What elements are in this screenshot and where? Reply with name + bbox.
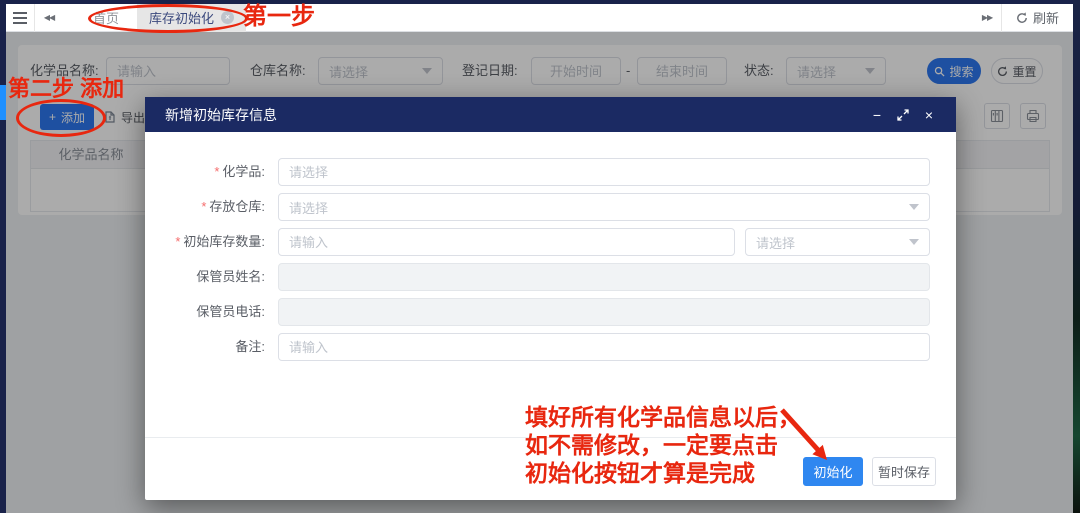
refresh-button[interactable]: 刷新 xyxy=(1002,8,1073,27)
note-annotation: 填好所有化学品信息以后， 如不需修改，一定要点击 初始化按钮才算是完成 xyxy=(525,403,801,487)
storage-warehouse-placeholder: 请选择 xyxy=(289,198,909,217)
keeper-name-label: 保管员姓名: xyxy=(145,263,265,291)
keeper-name-field xyxy=(278,263,930,291)
double-right-arrow-icon: ▶▶ xyxy=(982,13,992,22)
required-mark: * xyxy=(201,199,206,214)
app-screen: ◀◀ 首页 库存初始化 × ▶▶ 刷新 化学品名称: 仓库名称: 请选择 xyxy=(0,0,1080,513)
chemical-field-label: *化学品: xyxy=(145,158,265,186)
hamburger-icon xyxy=(13,12,27,24)
chevron-down-icon xyxy=(909,204,919,210)
keeper-phone-field xyxy=(278,298,930,326)
double-left-arrow-icon: ◀◀ xyxy=(44,13,54,22)
quantity-input[interactable] xyxy=(278,228,735,256)
step1-highlight-ellipse xyxy=(88,4,248,33)
scroll-tabs-left-button[interactable]: ◀◀ xyxy=(35,4,63,32)
note-line-1: 填好所有化学品信息以后， xyxy=(525,403,801,431)
quantity-field xyxy=(278,228,735,256)
right-frame xyxy=(1073,0,1080,513)
minimize-icon[interactable]: − xyxy=(866,104,888,126)
modal-title: 新增初始库存信息 xyxy=(165,105,862,125)
keeper-name-input xyxy=(278,263,930,291)
chevron-down-icon xyxy=(909,239,919,245)
close-icon[interactable]: × xyxy=(918,104,940,126)
keeper-phone-input xyxy=(278,298,930,326)
modal-header[interactable]: 新增初始库存信息 − × xyxy=(145,97,956,132)
storage-warehouse-select[interactable]: 请选择 xyxy=(278,193,930,221)
hamburger-menu-button[interactable] xyxy=(6,4,34,32)
step2-highlight-ellipse xyxy=(16,99,106,137)
note-line-3: 初始化按钮才算是完成 xyxy=(525,459,801,487)
remarks-input[interactable] xyxy=(278,333,930,361)
keeper-phone-label: 保管员电话: xyxy=(145,298,265,326)
refresh-label: 刷新 xyxy=(1033,8,1059,27)
quantity-field-label: *初始库存数量: xyxy=(145,228,265,256)
remarks-field xyxy=(278,333,930,361)
chemical-field xyxy=(278,158,930,186)
required-mark: * xyxy=(214,164,219,179)
step1-annotation: 第一步 xyxy=(243,3,315,32)
unit-select-placeholder: 请选择 xyxy=(756,233,909,252)
temp-save-button[interactable]: 暂时保存 xyxy=(872,457,936,486)
maximize-icon[interactable] xyxy=(892,104,914,126)
required-mark: * xyxy=(175,234,180,249)
warehouse-field-label: *存放仓库: xyxy=(145,193,265,221)
annotation-arrow-icon xyxy=(770,405,840,465)
refresh-icon xyxy=(1016,12,1028,24)
note-line-2: 如不需修改，一定要点击 xyxy=(525,431,801,459)
scroll-tabs-right-button[interactable]: ▶▶ xyxy=(973,4,1001,32)
chemical-input[interactable] xyxy=(278,158,930,186)
unit-select[interactable]: 请选择 xyxy=(745,228,930,256)
remarks-label: 备注: xyxy=(145,333,265,361)
